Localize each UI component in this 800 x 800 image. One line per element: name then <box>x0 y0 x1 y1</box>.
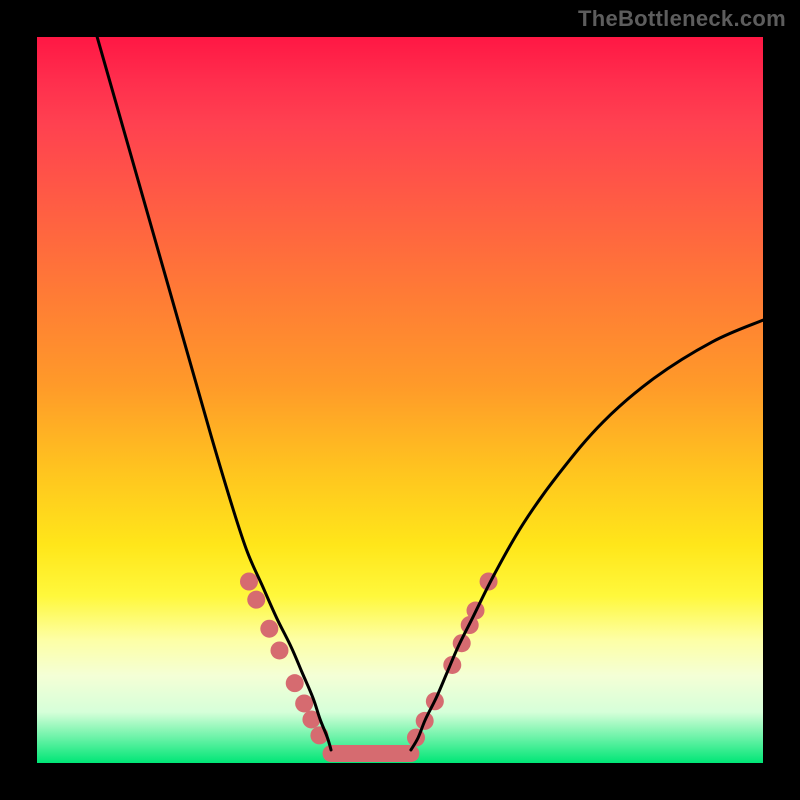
chart-frame: TheBottleneck.com <box>0 0 800 800</box>
data-marker <box>270 641 288 659</box>
left-curve <box>95 37 331 750</box>
data-marker <box>240 573 258 591</box>
plot-area <box>37 37 763 763</box>
data-marker <box>247 591 265 609</box>
data-marker <box>260 620 278 638</box>
data-marker <box>286 674 304 692</box>
right-curve <box>411 320 763 750</box>
watermark-text: TheBottleneck.com <box>578 6 786 32</box>
chart-svg <box>37 37 763 763</box>
data-marker <box>295 694 313 712</box>
